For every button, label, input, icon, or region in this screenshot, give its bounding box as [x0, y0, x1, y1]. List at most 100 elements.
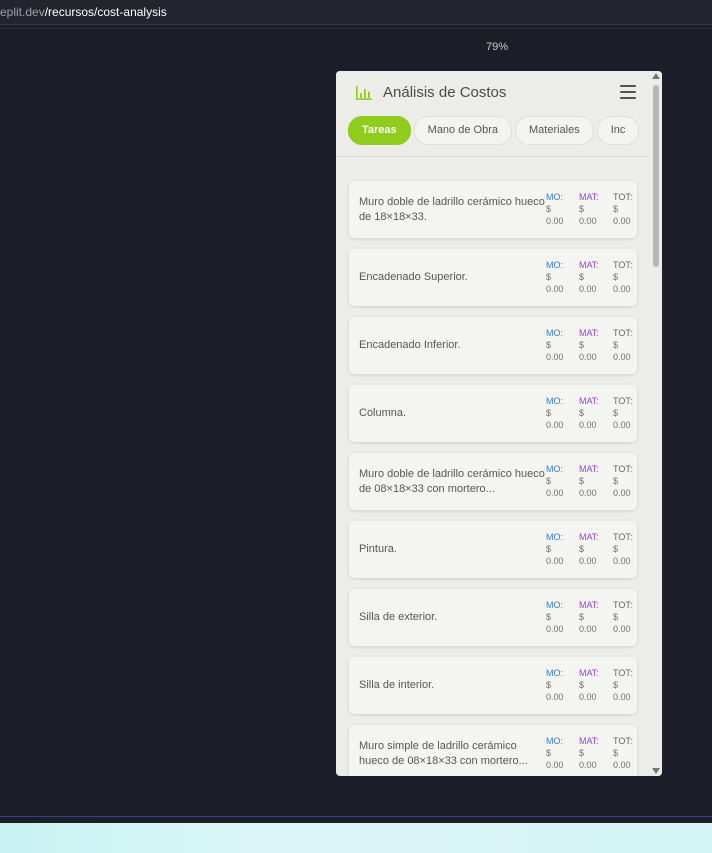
mo-label: MO:: [546, 260, 563, 270]
currency-symbol: $: [613, 204, 619, 214]
mat-label: MAT:: [579, 192, 599, 202]
mat-cost: MAT: $0.00: [579, 667, 599, 703]
tot-value: 0.00: [613, 284, 631, 294]
currency-symbol: $: [579, 544, 585, 554]
currency-symbol: $: [613, 408, 619, 418]
mo-label: MO:: [546, 328, 563, 338]
tot-value: 0.00: [613, 420, 631, 430]
task-name: Muro doble de ladrillo cerámico hueco de…: [359, 181, 545, 238]
divider: [0, 28, 712, 29]
tab-indirectos[interactable]: Inc: [596, 116, 640, 145]
mo-cost: MO: $0.00: [546, 667, 564, 703]
hamburger-menu-icon[interactable]: [620, 85, 636, 99]
tab-tareas[interactable]: Tareas: [348, 116, 411, 145]
currency-symbol: $: [546, 680, 552, 690]
zoom-level: 79%: [486, 41, 509, 53]
task-list: Muro doble de ladrillo cerámico hueco de…: [349, 181, 637, 776]
tot-cost: TOT: $0.00: [613, 259, 632, 295]
currency-symbol: $: [546, 748, 552, 758]
address-bar[interactable]: eplit.dev/recursos/cost-analysis: [0, 0, 712, 25]
mo-value: 0.00: [546, 760, 564, 770]
currency-symbol: $: [579, 612, 585, 622]
task-card[interactable]: Pintura. MO: $0.00 MAT: $0.00 TOT: $0.00: [349, 521, 637, 578]
mo-cost: MO: $0.00: [546, 259, 564, 295]
scrollbar-thumb[interactable]: [653, 85, 659, 267]
app-title: Análisis de Costos: [383, 84, 507, 101]
mat-cost: MAT: $0.00: [579, 735, 599, 771]
mo-value: 0.00: [546, 420, 564, 430]
mat-value: 0.00: [579, 284, 597, 294]
task-name-text: Muro doble de ladrillo cerámico hueco de…: [359, 467, 545, 495]
tot-value: 0.00: [613, 488, 631, 498]
task-name-text: Muro doble de ladrillo cerámico hueco de…: [359, 195, 545, 223]
tot-value: 0.00: [613, 216, 631, 226]
task-name: Encadenado Superior.: [359, 249, 545, 306]
currency-symbol: $: [613, 612, 619, 622]
mat-cost: MAT: $0.00: [579, 463, 599, 499]
mo-value: 0.00: [546, 284, 564, 294]
currency-symbol: $: [579, 476, 585, 486]
tab-mano-de-obra[interactable]: Mano de Obra: [413, 116, 512, 145]
mo-cost: MO: $0.00: [546, 599, 564, 635]
bar-chart-icon: [356, 86, 372, 100]
currency-symbol: $: [613, 544, 619, 554]
task-card[interactable]: Muro doble de ladrillo cerámico hueco de…: [349, 181, 637, 238]
tab-materiales[interactable]: Materiales: [514, 116, 594, 145]
mo-label: MO:: [546, 600, 563, 610]
task-card[interactable]: Muro doble de ladrillo cerámico hueco de…: [349, 453, 637, 510]
task-name: Pintura.: [359, 521, 545, 578]
task-card[interactable]: Columna. MO: $0.00 MAT: $0.00 TOT: $0.00: [349, 385, 637, 442]
task-name: Encadenado Inferior.: [359, 317, 545, 374]
tot-value: 0.00: [613, 692, 631, 702]
scrollbar[interactable]: [650, 71, 662, 776]
mat-label: MAT:: [579, 600, 599, 610]
task-card[interactable]: Encadenado Inferior. MO: $0.00 MAT: $0.00 TOT…: [349, 317, 637, 374]
mat-label: MAT:: [579, 396, 599, 406]
task-card[interactable]: Encadenado Superior. MO: $0.00 MAT: $0.00 TOT…: [349, 249, 637, 306]
currency-symbol: $: [579, 408, 585, 418]
tot-label: TOT:: [613, 192, 633, 202]
task-card[interactable]: Silla de interior. MO: $0.00 MAT: $0.00 TOT: $…: [349, 657, 637, 714]
mo-value: 0.00: [546, 624, 564, 634]
mo-label: MO:: [546, 396, 563, 406]
task-card[interactable]: Muro simple de ladrillo cerámico hueco d…: [349, 725, 637, 776]
tot-label: TOT:: [613, 532, 633, 542]
mat-value: 0.00: [579, 624, 597, 634]
task-card[interactable]: Silla de exterior. MO: $0.00 MAT: $0.00 TOT: $…: [349, 589, 637, 646]
mo-label: MO:: [546, 464, 563, 474]
task-name: Silla de exterior.: [359, 589, 545, 646]
scroll-up-arrow-icon[interactable]: [652, 73, 660, 79]
mat-label: MAT:: [579, 464, 599, 474]
mo-cost: MO: $0.00: [546, 191, 564, 227]
tot-cost: TOT: $0.00: [613, 531, 632, 567]
tot-cost: TOT: $0.00: [613, 667, 632, 703]
url-host: eplit.dev: [0, 5, 45, 19]
mo-label: MO:: [546, 192, 563, 202]
mat-cost: MAT: $0.00: [579, 395, 599, 431]
task-name: Muro simple de ladrillo cerámico hueco d…: [359, 725, 545, 776]
mo-value: 0.00: [546, 352, 564, 362]
mat-label: MAT:: [579, 328, 599, 338]
mat-value: 0.00: [579, 352, 597, 362]
tot-cost: TOT: $0.00: [613, 463, 632, 499]
tot-label: TOT:: [613, 668, 633, 678]
mat-value: 0.00: [579, 556, 597, 566]
currency-symbol: $: [546, 408, 552, 418]
mo-label: MO:: [546, 532, 563, 542]
mo-cost: MO: $0.00: [546, 463, 564, 499]
tot-value: 0.00: [613, 624, 631, 634]
mat-label: MAT:: [579, 260, 599, 270]
mo-label: MO:: [546, 668, 563, 678]
mat-cost: MAT: $0.00: [579, 531, 599, 567]
mo-label: MO:: [546, 736, 563, 746]
mat-cost: MAT: $0.00: [579, 259, 599, 295]
mat-cost: MAT: $0.00: [579, 191, 599, 227]
tot-label: TOT:: [613, 464, 633, 474]
mat-value: 0.00: [579, 692, 597, 702]
tot-cost: TOT: $0.00: [613, 599, 632, 635]
mo-cost: MO: $0.00: [546, 531, 564, 567]
currency-symbol: $: [579, 340, 585, 350]
scroll-down-arrow-icon[interactable]: [652, 768, 660, 774]
currency-symbol: $: [546, 340, 552, 350]
mat-label: MAT:: [579, 736, 599, 746]
